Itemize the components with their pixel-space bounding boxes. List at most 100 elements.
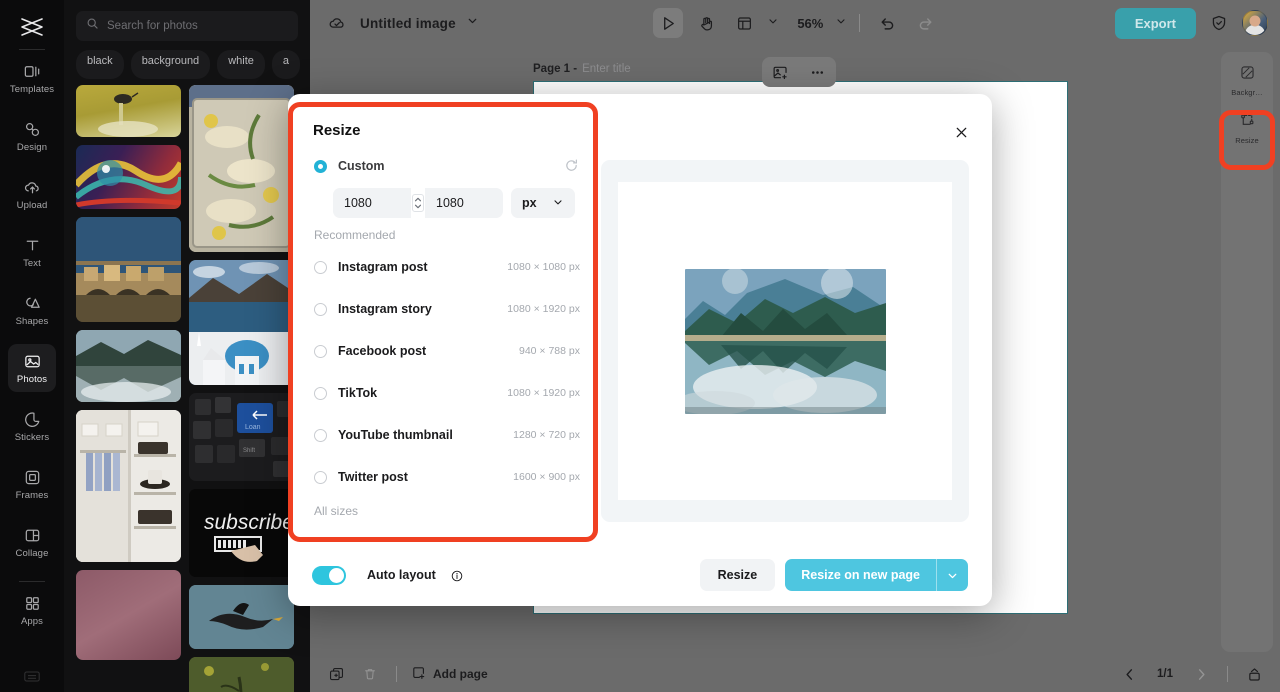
info-icon[interactable] — [451, 569, 463, 582]
apps-grid-icon — [23, 594, 42, 613]
toolbar-divider — [859, 14, 861, 32]
cursor-arrow-icon[interactable] — [653, 8, 684, 38]
preset-youtube-thumbnail[interactable]: YouTube thumbnail 1280 × 720 px — [304, 414, 590, 456]
left-tool-rail: Templates Design Upload Text Shapes Phot… — [0, 0, 64, 692]
page-count: 1/1 — [1157, 668, 1173, 680]
sidebar-item-stickers[interactable]: Stickers — [8, 402, 56, 450]
photo-grid: Loan Shift subscribe — [64, 79, 310, 692]
resize-button[interactable]: Resize — [699, 559, 776, 591]
radio-preset[interactable] — [314, 386, 327, 400]
panel-item-resize[interactable]: Resize — [1225, 106, 1269, 150]
preset-size: 940 × 788 px — [518, 345, 580, 357]
shield-check-icon[interactable] — [1204, 8, 1234, 38]
auto-layout-toggle[interactable] — [312, 565, 346, 585]
bottom-bar: Add page 1/1 — [310, 656, 1280, 692]
chevron-down-icon[interactable] — [835, 14, 847, 32]
sidebar-item-upload[interactable]: Upload — [8, 170, 56, 218]
sidebar-item-templates[interactable]: Templates — [8, 54, 56, 102]
chevron-down-icon[interactable] — [466, 14, 479, 32]
close-icon[interactable] — [950, 121, 972, 143]
preset-twitter-post[interactable]: Twitter post 1600 × 900 px — [304, 456, 590, 498]
undo-icon[interactable] — [872, 8, 902, 38]
preset-instagram-post[interactable]: Instagram post 1080 × 1080 px — [304, 246, 590, 288]
preset-instagram-story[interactable]: Instagram story 1080 × 1920 px — [304, 288, 590, 330]
dialog-title: Resize — [313, 122, 361, 139]
photo-thumbnail[interactable] — [189, 585, 294, 649]
photo-thumbnail[interactable]: Loan Shift — [189, 393, 294, 481]
keyboard-shortcuts-icon[interactable] — [23, 670, 41, 688]
sidebar-item-label: Stickers — [14, 431, 50, 443]
photo-thumbnail[interactable] — [189, 85, 294, 252]
all-sizes-label[interactable]: All sizes — [304, 498, 590, 524]
photo-thumbnail[interactable] — [76, 217, 181, 322]
sidebar-item-photos[interactable]: Photos — [8, 344, 56, 392]
radio-preset[interactable] — [314, 260, 327, 274]
preset-size: 1600 × 900 px — [513, 471, 580, 483]
radio-custom[interactable] — [314, 159, 327, 173]
chevron-down-icon[interactable] — [936, 559, 968, 591]
zoom-level[interactable]: 56% — [797, 16, 823, 31]
link-dimensions-icon[interactable] — [412, 194, 424, 212]
photo-thumbnail[interactable] — [189, 260, 294, 385]
avatar[interactable] — [1242, 10, 1269, 36]
photos-panel: Search for photos black background white… — [64, 0, 310, 692]
layout-grid-icon[interactable] — [729, 8, 759, 38]
photo-thumbnail[interactable] — [76, 330, 181, 402]
panel-item-background[interactable]: Backgr… — [1225, 58, 1269, 102]
capcut-logo-icon[interactable] — [10, 10, 54, 44]
chevron-left-icon[interactable] — [1117, 662, 1141, 686]
upload-cloud-icon — [23, 178, 42, 197]
chevron-down-icon[interactable] — [767, 14, 779, 32]
svg-text:subscribe: subscribe — [204, 511, 294, 534]
page-header: Page 1 - Enter title — [533, 63, 631, 75]
preset-size: 1080 × 1920 px — [507, 387, 580, 399]
cloud-saved-icon[interactable] — [322, 8, 352, 38]
tag-chip[interactable]: white — [217, 50, 265, 79]
radio-preset[interactable] — [314, 302, 327, 316]
radio-preset[interactable] — [314, 470, 327, 484]
preset-tiktok[interactable]: TikTok 1080 × 1920 px — [304, 372, 590, 414]
tag-chip[interactable]: black — [76, 50, 124, 79]
add-page-button[interactable]: Add page — [411, 665, 488, 684]
duplicate-page-icon[interactable] — [324, 662, 348, 686]
photo-thumbnail[interactable] — [189, 657, 294, 692]
sidebar-item-collage[interactable]: Collage — [8, 518, 56, 566]
sidebar-item-shapes[interactable]: Shapes — [8, 286, 56, 334]
export-button[interactable]: Export — [1114, 7, 1197, 39]
search-input[interactable]: Search for photos — [76, 11, 298, 41]
rail-divider-top — [19, 49, 45, 50]
preset-facebook-post[interactable]: Facebook post 940 × 788 px — [304, 330, 590, 372]
more-horizontal-icon[interactable] — [805, 59, 831, 85]
preset-name: Twitter post — [338, 470, 408, 484]
sidebar-item-design[interactable]: Design — [8, 112, 56, 160]
sidebar-item-frames[interactable]: Frames — [8, 460, 56, 508]
custom-dimensions: 1080 1080 px — [333, 188, 590, 218]
height-input[interactable]: 1080 — [425, 188, 503, 218]
photo-thumbnail[interactable] — [76, 410, 181, 562]
option-custom[interactable]: Custom — [304, 152, 590, 180]
radio-preset[interactable] — [314, 344, 327, 358]
unit-select[interactable]: px — [511, 188, 575, 218]
preset-name: Facebook post — [338, 344, 427, 358]
width-input[interactable]: 1080 — [333, 188, 411, 218]
sidebar-item-text[interactable]: Text — [8, 228, 56, 276]
document-title[interactable]: Untitled image — [360, 16, 456, 31]
photo-thumbnail[interactable] — [76, 145, 181, 209]
add-image-icon[interactable] — [768, 59, 794, 85]
option-label: Custom — [338, 159, 385, 173]
pages-panel-icon[interactable] — [1242, 662, 1266, 686]
hand-icon[interactable] — [691, 8, 721, 38]
photo-thumbnail[interactable] — [76, 85, 181, 137]
tag-chip[interactable]: background — [130, 50, 211, 79]
sidebar-item-apps[interactable]: Apps — [8, 586, 56, 634]
photo-thumbnail[interactable]: subscribe — [189, 489, 294, 577]
chevron-right-icon — [1189, 662, 1213, 686]
tag-chip[interactable]: a — [271, 50, 300, 79]
trash-icon — [358, 662, 382, 686]
page-title-input[interactable]: Enter title — [582, 63, 631, 75]
radio-preset[interactable] — [314, 428, 327, 442]
panel-item-label: Resize — [1235, 135, 1259, 145]
photo-thumbnail[interactable] — [76, 570, 181, 660]
reset-icon[interactable] — [564, 158, 580, 174]
resize-on-new-page-button[interactable]: Resize on new page — [785, 559, 936, 591]
